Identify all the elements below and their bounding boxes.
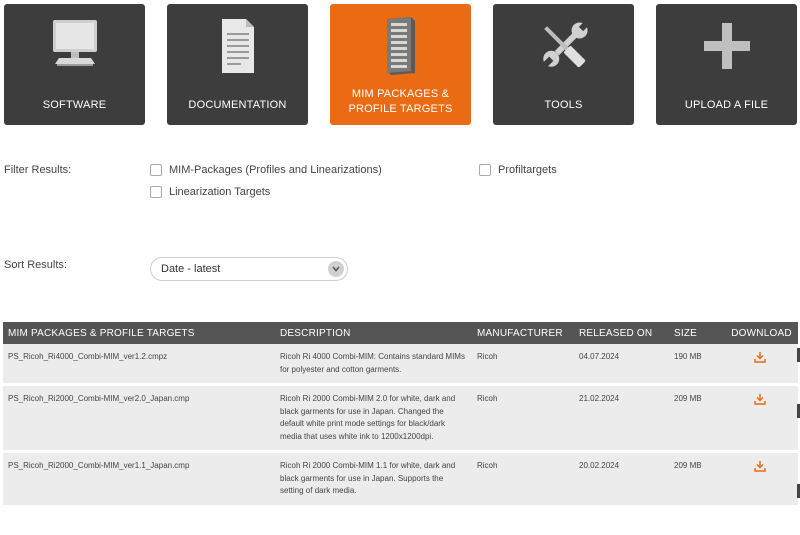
checkbox-box[interactable]: [479, 164, 491, 176]
wrench-screwdriver-icon: [493, 14, 634, 78]
tile-upload[interactable]: UPLOAD A FILE: [656, 4, 797, 125]
category-tiles: SOFTWARE DOCUMENTATION MIM PACKAGES & PR…: [0, 0, 800, 128]
checkbox-box[interactable]: [150, 186, 162, 198]
cell-description: Ricoh Ri 2000 Combi-MIM 1.1 for white, d…: [275, 451, 472, 508]
col-header-released[interactable]: RELEASED ON: [574, 322, 669, 344]
table-row: PS_Ricoh_Ri2000_Combi-MIM_ver1.1_Japan.c…: [3, 451, 798, 508]
cell-size: 190 MB: [669, 344, 725, 386]
sort-value: Date - latest: [161, 263, 221, 275]
checkbox-box[interactable]: [150, 164, 162, 176]
filter-mim-packages-checkbox[interactable]: MIM-Packages (Profiles and Linearization…: [150, 164, 382, 176]
tile-label: SOFTWARE: [42, 98, 107, 111]
tile-label: UPLOAD A FILE: [684, 98, 769, 111]
cell-name: PS_Ricoh_Ri4000_Combi-MIM_ver1.2.cmpz: [3, 344, 275, 386]
chevron-down-icon[interactable]: [328, 261, 344, 277]
checkbox-label: MIM-Packages (Profiles and Linearization…: [169, 164, 382, 176]
filter-label: Filter Results:: [4, 164, 72, 176]
cell-name: PS_Ricoh_Ri2000_Combi-MIM_ver2.0_Japan.c…: [3, 384, 275, 453]
checkbox-label: Profiltargets: [498, 164, 557, 176]
cell-download: [725, 344, 798, 386]
cell-size: 209 MB: [669, 451, 725, 508]
plus-icon: [656, 14, 797, 78]
table-header-row: MIM PACKAGES & PROFILE TARGETS DESCRIPTI…: [3, 322, 798, 344]
cell-manufacturer: Ricoh: [472, 344, 574, 386]
col-header-manufacturer[interactable]: MANUFACTURER: [472, 322, 574, 344]
cell-description: Ricoh Ri 2000 Combi-MIM 2.0 for white, d…: [275, 384, 472, 453]
tile-mim-packages[interactable]: MIM PACKAGES & PROFILE TARGETS: [330, 4, 471, 125]
tile-label: TOOLS: [544, 98, 583, 111]
col-header-size[interactable]: SIZE: [669, 322, 725, 344]
tile-documentation[interactable]: DOCUMENTATION: [167, 4, 308, 125]
checkbox-label: Linearization Targets: [169, 186, 271, 198]
cell-manufacturer: Ricoh: [472, 384, 574, 453]
cell-name: PS_Ricoh_Ri2000_Combi-MIM_ver1.1_Japan.c…: [3, 451, 275, 508]
sort-label: Sort Results:: [4, 259, 67, 271]
cell-description: Ricoh Ri 4000 Combi-MIM: Contains standa…: [275, 344, 472, 386]
cell-download: [725, 451, 798, 508]
filter-linearization-checkbox[interactable]: Linearization Targets: [150, 186, 270, 198]
tile-label: DOCUMENTATION: [188, 98, 287, 111]
results-table: MIM PACKAGES & PROFILE TARGETS DESCRIPTI…: [3, 322, 798, 508]
cell-released: 20.02.2024: [574, 451, 669, 508]
server-icon: [330, 14, 471, 78]
cell-released: 21.02.2024: [574, 384, 669, 453]
monitor-icon: [4, 14, 145, 78]
tile-software[interactable]: SOFTWARE: [4, 4, 145, 125]
sort-select[interactable]: Date - latest: [150, 257, 348, 281]
col-header-description[interactable]: DESCRIPTION: [275, 322, 472, 344]
filter-profiltargets-checkbox[interactable]: Profiltargets: [479, 164, 557, 176]
cell-size: 209 MB: [669, 384, 725, 453]
table-row: PS_Ricoh_Ri2000_Combi-MIM_ver2.0_Japan.c…: [3, 384, 798, 453]
download-icon[interactable]: [753, 460, 766, 477]
download-icon[interactable]: [753, 393, 766, 410]
col-header-name[interactable]: MIM PACKAGES & PROFILE TARGETS: [3, 322, 275, 344]
col-header-download: DOWNLOAD: [725, 322, 798, 344]
tile-label: MIM PACKAGES & PROFILE TARGETS: [348, 88, 453, 115]
cell-released: 04.07.2024: [574, 344, 669, 386]
tile-tools[interactable]: TOOLS: [493, 4, 634, 125]
table-row: PS_Ricoh_Ri4000_Combi-MIM_ver1.2.cmpz Ri…: [3, 344, 798, 386]
cell-manufacturer: Ricoh: [472, 451, 574, 508]
download-icon[interactable]: [753, 351, 766, 368]
cell-download: [725, 384, 798, 453]
document-icon: [167, 14, 308, 78]
